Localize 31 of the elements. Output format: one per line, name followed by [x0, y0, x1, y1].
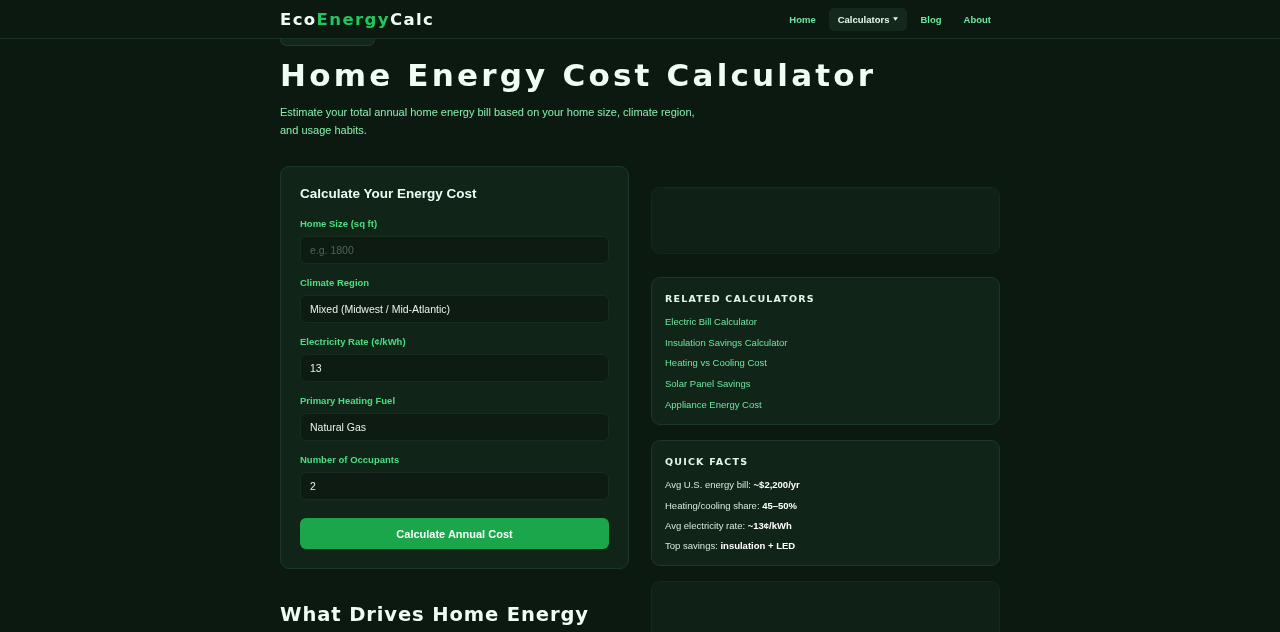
page-title: Home Energy Cost Calculator: [280, 56, 878, 95]
field-label: Climate Region: [300, 276, 371, 290]
section-heading: What Drives Home Energy: [280, 603, 590, 627]
related-link[interactable]: Heating vs Cooling Cost: [665, 356, 767, 370]
nav-link[interactable]: Home: [780, 7, 825, 31]
field-label: Home Size (sq ft): [300, 217, 379, 231]
input-field[interactable]: 13: [300, 354, 609, 382]
nav-link[interactable]: Blog: [911, 7, 951, 31]
input-field[interactable]: 2: [300, 472, 609, 500]
field-label: Primary Heating Fuel: [300, 394, 397, 408]
field-label: Electricity Rate (¢/kWh): [300, 335, 407, 349]
card-title: QUICK FACTS: [665, 455, 749, 470]
fact-text: Avg electricity rate: ~13¢/kWh: [665, 518, 792, 532]
caret-icon: [893, 17, 899, 21]
card-title: Calculate Your Energy Cost: [300, 185, 478, 203]
field-label: Number of Occupants: [300, 453, 401, 467]
input-field[interactable]: Natural Gas: [300, 413, 609, 441]
input-field[interactable]: Mixed (Midwest / Mid-Atlantic): [300, 295, 609, 323]
nav-link[interactable]: Calculators: [828, 7, 908, 31]
related-link[interactable]: Electric Bill Calculator: [665, 315, 757, 328]
related-link[interactable]: Solar Panel Savings: [665, 377, 751, 391]
nav-link[interactable]: About: [954, 7, 1000, 31]
fact-text: Top savings: insulation + LED: [665, 539, 796, 552]
related-link[interactable]: Insulation Savings Calculator: [665, 335, 788, 349]
page-description: Estimate your total annual home energy bill based on your home size, climate region, and usage habits.: [280, 105, 696, 138]
related-link[interactable]: Appliance Energy Cost: [665, 397, 762, 411]
fact-text: Avg U.S. energy bill: ~$2,200/yr: [665, 478, 800, 492]
logo[interactable]: EcoEnergyCalc: [280, 9, 435, 29]
fact-text: Heating/cooling share: 45–50%: [665, 498, 798, 512]
input-field[interactable]: e.g. 1800: [300, 236, 609, 264]
card-title: RELATED CALCULATORS: [665, 292, 815, 306]
